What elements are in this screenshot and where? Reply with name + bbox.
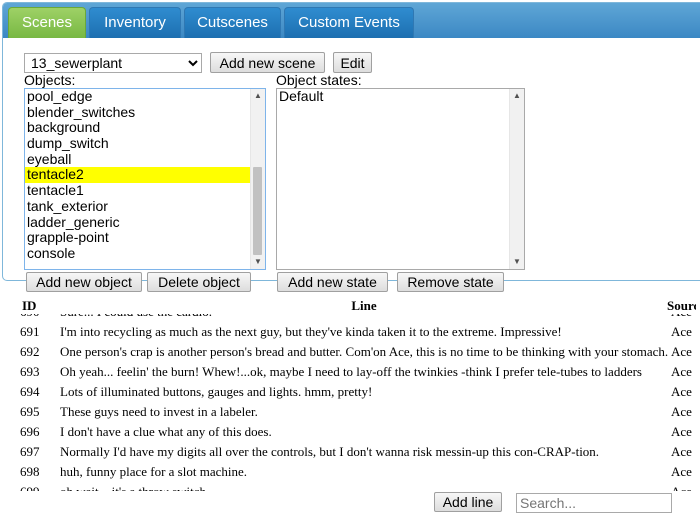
row-source: Ace [671,424,692,439]
row-source: Ace [671,324,692,339]
object-item-dump-switch[interactable]: dump_switch [25,135,265,152]
edit-scene-button[interactable]: Edit [333,52,372,73]
add-line-button[interactable]: Add line [434,492,502,512]
row-id: 690 [20,314,56,322]
table-row[interactable]: 698 huh, funny place for a slot machine.… [0,462,700,482]
object-item-tentacle1[interactable]: tentacle1 [25,182,265,199]
objects-label: Objects: [24,72,76,88]
table-row[interactable]: 697 Normally I'd have my digits all over… [0,442,700,462]
delete-object-button[interactable]: Delete object [147,272,251,292]
column-header-source[interactable]: Source [667,296,696,316]
add-object-button[interactable]: Add new object [26,272,142,292]
row-id: 692 [20,344,40,359]
tab-custom-events[interactable]: Custom Events [284,7,414,38]
tab-cutscenes[interactable]: Cutscenes [184,7,281,38]
row-id: 691 [20,324,40,339]
search-input[interactable] [516,493,672,513]
scroll-up-arrow-icon[interactable]: ▲ [510,89,524,103]
column-header-line[interactable]: Line [60,296,668,316]
scroll-down-arrow-icon[interactable]: ▼ [251,255,265,269]
column-header-id[interactable]: ID [22,296,58,316]
object-item-background[interactable]: background [25,120,265,136]
tab-bar: Scenes Inventory Cutscenes Custom Events [3,3,700,38]
row-id: 693 [20,364,40,379]
row-line: huh, funny place for a slot machine. [60,464,247,479]
row-source: Ace [671,364,692,379]
row-id: 699 [20,482,56,491]
object-item-eyeball[interactable]: eyeball [25,151,265,168]
remove-state-button[interactable]: Remove state [397,272,504,292]
table-row[interactable]: 695 These guys need to invest in a label… [0,402,700,422]
row-line: One person's crap is another person's br… [60,344,668,359]
dialogue-table-body[interactable]: 690 Sure... I could use the cardio. Ace … [0,314,700,491]
object-states-listbox[interactable]: Default ▲ ▼ [276,88,525,270]
row-source: Ace [671,404,692,419]
table-row[interactable]: 692 One person's crap is another person'… [0,342,700,362]
state-item-default[interactable]: Default [277,89,524,105]
object-item-tentacle2-selected[interactable]: tentacle2 [25,167,265,184]
objects-listbox[interactable]: pool_edge blender_switches background du… [24,88,266,270]
row-source: Ace [671,384,692,399]
row-line: Lots of illuminated buttons, gauges and … [60,384,373,399]
row-id: 695 [20,404,40,419]
scroll-down-arrow-icon[interactable]: ▼ [510,255,524,269]
row-source: Ace [671,344,692,359]
row-source: Ace [671,444,692,459]
table-row[interactable]: 694 Lots of illuminated buttons, gauges … [0,382,700,402]
scene-select[interactable]: 13_sewerplant [24,53,202,73]
object-item-pool-edge[interactable]: pool_edge [25,89,265,105]
scroll-up-arrow-icon[interactable]: ▲ [251,89,265,103]
states-scrollbar[interactable]: ▲ ▼ [509,89,524,269]
object-states-label: Object states: [276,72,362,88]
row-line: oh wait... it's a throw switch [60,482,668,491]
object-item-blender-switches[interactable]: blender_switches [25,104,265,121]
table-row[interactable]: 699 oh wait... it's a throw switch Ace [0,482,700,491]
row-line: I'm into recycling as much as the next g… [60,324,562,339]
row-id: 696 [20,424,40,439]
add-state-button[interactable]: Add new state [277,272,388,292]
row-id: 694 [20,384,40,399]
add-scene-button[interactable]: Add new scene [210,52,325,73]
row-source: Ace [671,482,700,491]
scroll-thumb[interactable] [253,167,262,255]
row-line: Sure... I could use the cardio. [60,314,668,322]
tab-inventory[interactable]: Inventory [89,7,181,38]
row-source: Ace [671,314,700,322]
table-row[interactable]: 696 I don't have a clue what any of this… [0,422,700,442]
row-line: Normally I'd have my digits all over the… [60,444,600,459]
row-id: 697 [20,444,40,459]
row-line: Oh yeah... feelin' the burn! Whew!...ok,… [60,364,642,379]
tab-scenes[interactable]: Scenes [8,7,86,38]
table-row[interactable]: 693 Oh yeah... feelin' the burn! Whew!..… [0,362,700,382]
table-row[interactable]: 690 Sure... I could use the cardio. Ace [0,314,700,322]
row-line: I don't have a clue what any of this doe… [60,424,272,439]
object-item-tank-exterior[interactable]: tank_exterior [25,198,265,215]
objects-scrollbar[interactable]: ▲ ▼ [250,89,265,269]
row-id: 698 [20,464,40,479]
table-row[interactable]: 691 I'm into recycling as much as the ne… [0,322,700,342]
object-item-console[interactable]: console [25,245,265,262]
object-item-grapple-point[interactable]: grapple-point [25,229,265,246]
row-source: Ace [671,464,692,479]
row-line: These guys need to invest in a labeler. [60,404,258,419]
table-header: ID Line Source [0,296,700,314]
object-item-ladder-generic[interactable]: ladder_generic [25,214,265,231]
